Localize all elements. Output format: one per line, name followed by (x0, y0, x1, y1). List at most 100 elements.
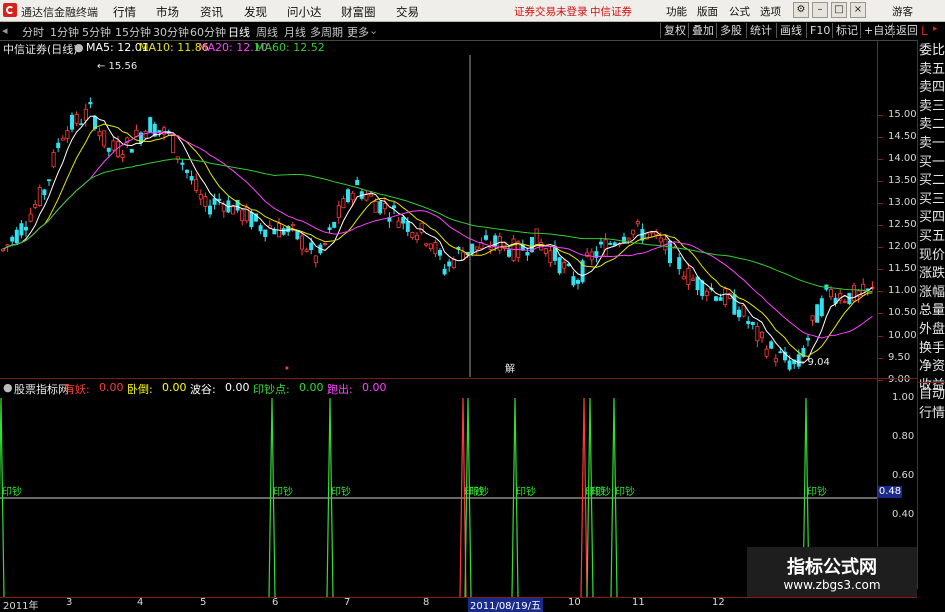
side-panel-item[interactable]: 买三 (919, 190, 945, 209)
candle-body (548, 250, 553, 263)
side-panel-item[interactable]: 卖二 (919, 115, 945, 134)
side-panel-item[interactable]: 净资 (919, 357, 945, 376)
candle-body (760, 331, 765, 339)
candlestick-chart[interactable]: ← 15.56 ← 9.04 解 (0, 55, 917, 377)
candle-body (391, 205, 396, 209)
close-icon[interactable]: × (850, 2, 866, 18)
menu-item-options[interactable]: 选项 (760, 4, 781, 19)
candle-body (603, 239, 608, 257)
candle-body (341, 198, 346, 209)
cursor-marker: 解 (505, 362, 515, 375)
indicator-settings-icon[interactable]: ● (3, 381, 13, 394)
side-panel-item[interactable]: 外盘 (919, 320, 945, 339)
menu-item-formula[interactable]: 公式 (729, 4, 750, 19)
f10-button[interactable]: F10 (806, 23, 833, 38)
restore-rights-button[interactable]: 复权 (660, 23, 689, 38)
candle-body (263, 229, 268, 237)
tab-timeshare[interactable]: 分时 (22, 24, 44, 40)
candle-body (506, 249, 511, 257)
candle-body (433, 242, 438, 255)
tab-monthly[interactable]: 月线 (284, 24, 306, 40)
legend-settings-icon[interactable]: ● (74, 41, 84, 54)
price-axis-label: 13.00 (888, 197, 917, 209)
date-label: 2011年 (3, 601, 39, 612)
tab-1min[interactable]: 1分钟 (50, 24, 79, 40)
chevron-down-icon[interactable]: ⌄ (369, 24, 378, 37)
tab-weekly[interactable]: 周线 (256, 24, 278, 40)
login-status[interactable]: 证券交易未登录 (514, 4, 588, 19)
indicator-axis-label: 0.60 (892, 470, 915, 481)
side-panel-item[interactable]: 委比 (919, 41, 945, 60)
tab-daily[interactable]: 日线 (228, 24, 250, 40)
toolbar-arrow-icon[interactable]: ◂ (2, 24, 8, 37)
statistics-button[interactable]: 统计 (746, 23, 775, 38)
candle-body (355, 179, 360, 186)
side-panel-item[interactable]: 买一 (919, 153, 945, 172)
indicator-legend: ● 股票指标网 有妖: 0.00 卧倒: 0.00 波谷: 0.00 印钞点: 0.00 跑出:… (0, 381, 400, 396)
indicator-current-value: 0.48 (878, 486, 902, 498)
tab-5min[interactable]: 5分钟 (82, 24, 111, 40)
side-panel-item[interactable]: 现价 (919, 246, 945, 265)
side-panel-item[interactable]: 卖五 (919, 60, 945, 79)
candle-body (203, 196, 208, 207)
side-panel-item[interactable]: 涨幅 (919, 283, 945, 302)
ma60-label: MA60: 12.52 (255, 41, 325, 54)
settings-icon[interactable]: ⚙ (793, 2, 809, 18)
date-axis-line (0, 597, 917, 598)
menu-item-layout[interactable]: 版面 (697, 4, 718, 19)
side-panel-item[interactable]: 买二 (919, 171, 945, 190)
side-panel-item[interactable]: 买五 (919, 227, 945, 246)
draw-line-button[interactable]: 画线 (776, 23, 805, 38)
side-panel-item[interactable]: 换手 (919, 339, 945, 358)
indicator-item-value: 0.00 (99, 381, 124, 394)
menu-item-quotes[interactable]: 行情 (113, 4, 136, 20)
menu-item-wealth[interactable]: 财富圈 (341, 4, 376, 20)
signal-label: 印钞 (469, 485, 489, 498)
candle-body (212, 198, 217, 205)
multi-stock-button[interactable]: 多股 (716, 23, 745, 38)
side-panel-item[interactable]: 买四 (919, 208, 945, 227)
menu-item-function[interactable]: 功能 (666, 4, 687, 19)
side-panel-item[interactable]: 自动 (919, 385, 945, 404)
candle-body (65, 130, 70, 140)
candle-body (410, 232, 415, 238)
user-label[interactable]: 游客 (892, 4, 913, 19)
mark-button[interactable]: 标记 (832, 23, 861, 38)
price-axis-label: 10.50 (888, 307, 917, 319)
menu-item-trade[interactable]: 交易 (396, 4, 419, 20)
signal-label: 印钞 (516, 485, 536, 498)
candle-body (350, 192, 355, 201)
menu-item-discover[interactable]: 发现 (244, 4, 267, 20)
candle-body (189, 176, 194, 181)
candle-body (396, 220, 401, 228)
side-panel-item[interactable]: 总量 (919, 301, 945, 320)
candle-body (437, 250, 442, 256)
side-panel-item[interactable]: 涨跌 (919, 264, 945, 283)
candle-body (79, 123, 84, 126)
date-label: 8 (423, 597, 430, 608)
candle-body (60, 137, 65, 141)
menu-item-ask[interactable]: 问小达 (287, 4, 322, 20)
side-panel-item[interactable]: 卖四 (919, 78, 945, 97)
menu-item-market[interactable]: 市场 (156, 4, 179, 20)
candle-body (829, 289, 834, 298)
overlay-button[interactable]: 叠加 (688, 23, 717, 38)
tab-15min[interactable]: 15分钟 (115, 24, 151, 40)
side-panel-item[interactable]: 卖一 (919, 134, 945, 153)
indicator-item-value: 0.00 (225, 381, 250, 394)
tab-60min[interactable]: 60分钟 (190, 24, 226, 40)
tab-more[interactable]: 更多 (347, 24, 369, 40)
tab-multi-period[interactable]: 多周期 (310, 24, 343, 40)
side-panel-item[interactable]: 卖三 (919, 97, 945, 116)
minimize-icon[interactable]: – (812, 2, 828, 18)
maximize-icon[interactable]: □ (831, 2, 847, 18)
candle-body (668, 240, 673, 264)
price-axis-label: 10.00 (888, 329, 917, 341)
menu-item-news[interactable]: 资讯 (200, 4, 223, 20)
price-axis-label: 11.50 (888, 263, 917, 275)
period-tabbar: ◂ 分时 1分钟 5分钟 15分钟 30分钟 60分钟 日线 周线 月线 多周期… (0, 22, 945, 41)
side-panel-item[interactable]: 行情 (919, 404, 945, 423)
tab-30min[interactable]: 30分钟 (153, 24, 189, 40)
candle-body (534, 228, 539, 245)
candle-body (10, 236, 15, 242)
